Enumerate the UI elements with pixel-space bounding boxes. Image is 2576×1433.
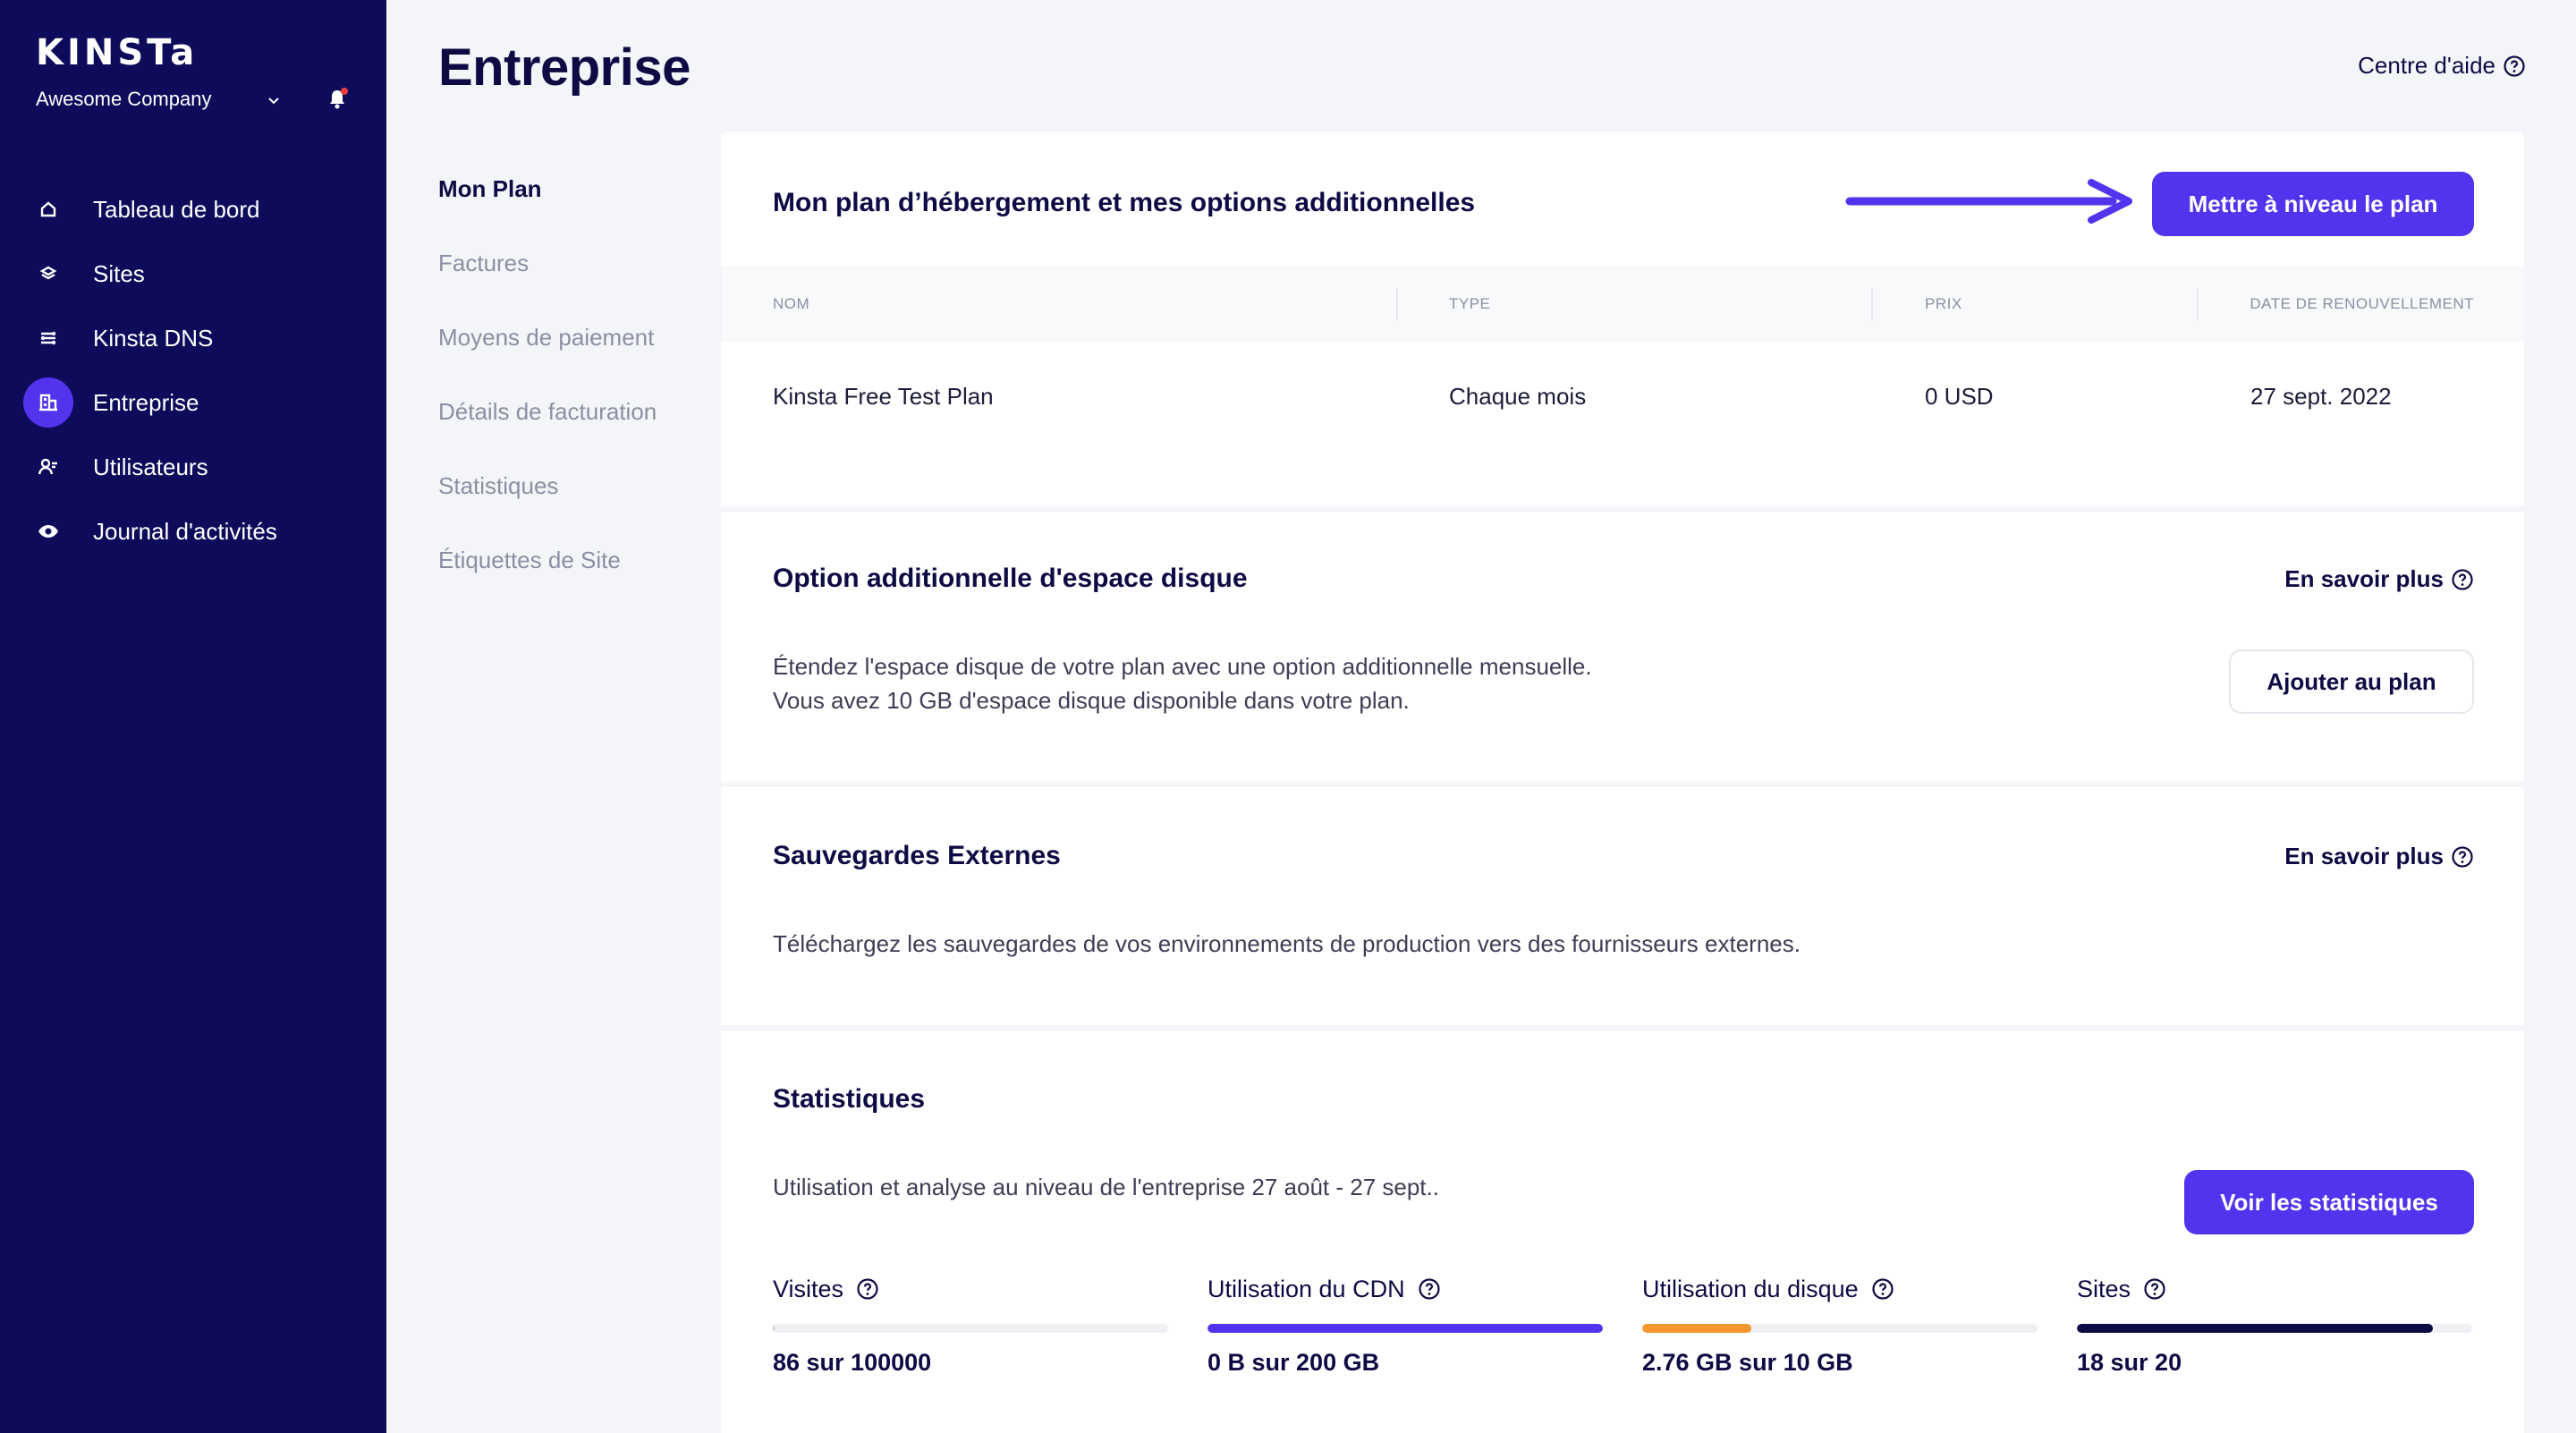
stat-label-row: Visites	[773, 1274, 1168, 1304]
column-header-type: TYPE	[1449, 295, 1491, 312]
sidebar-item-entreprise[interactable]: Entreprise	[0, 370, 386, 435]
stat-label: Visites	[773, 1275, 844, 1302]
section-divider	[721, 782, 2524, 787]
sidebar-item-label: Sites	[93, 259, 145, 287]
progress-track	[1642, 1324, 2038, 1333]
eye-icon	[23, 506, 73, 556]
sidebar-item-sites[interactable]: Sites	[0, 242, 386, 306]
sidebar-item-users[interactable]: Utilisateurs	[0, 435, 386, 499]
learn-more-label: En savoir plus	[2284, 565, 2444, 592]
main-panel: Mon plan d’hébergement et mes options ad…	[721, 132, 2524, 1433]
stat-label: Utilisation du CDN	[1208, 1275, 1405, 1302]
company-name: Awesome Company	[36, 88, 212, 110]
progress-fill	[2077, 1324, 2433, 1333]
users-icon	[23, 442, 73, 492]
stat-label: Utilisation du disque	[1642, 1275, 1859, 1302]
chevron-down-icon	[268, 98, 279, 105]
subnav-mon-plan[interactable]: Mon Plan	[438, 175, 657, 250]
subnav-factures[interactable]: Factures	[438, 250, 657, 324]
question-circle-icon[interactable]	[856, 1277, 879, 1301]
subnav-details-facturation[interactable]: Détails de facturation	[438, 398, 657, 472]
help-center-label: Centre d'aide	[2358, 52, 2496, 79]
plan-table-header: NOM TYPE PRIX DATE DE RENOUVELLEMENT	[721, 267, 2524, 342]
progress-track	[2077, 1324, 2472, 1333]
stat-label: Sites	[2077, 1275, 2131, 1302]
disk-learn-more-link[interactable]: En savoir plus	[2284, 565, 2474, 593]
disk-section-title: Option additionnelle d'espace disque	[773, 564, 1248, 593]
stats-section-title: Statistiques	[773, 1084, 926, 1114]
column-divider	[1396, 288, 1398, 320]
view-statistics-button[interactable]: Voir les statistiques	[2184, 1170, 2474, 1234]
backups-learn-more-link[interactable]: En savoir plus	[2284, 843, 2474, 870]
disk-description-line2: Vous avez 10 GB d'espace disque disponib…	[773, 687, 1410, 714]
progress-track	[1208, 1324, 1603, 1333]
sidebar: KINSTa Awesome Company Tableau de bord S…	[0, 0, 386, 1433]
stats-description: Utilisation et analyse au niveau de l'en…	[773, 1174, 1439, 1200]
dns-icon	[23, 313, 73, 363]
column-divider	[2197, 288, 2199, 320]
column-header-renewal: DATE DE RENOUVELLEMENT	[2250, 295, 2474, 312]
question-circle-icon	[2452, 845, 2473, 868]
question-circle-icon[interactable]	[1871, 1277, 1894, 1301]
column-header-name: NOM	[773, 295, 810, 312]
sidebar-item-label: Utilisateurs	[93, 453, 208, 480]
add-to-plan-button[interactable]: Ajouter au plan	[2229, 649, 2474, 714]
sidebar-item-activity-log[interactable]: Journal d'activités	[0, 499, 386, 564]
plan-name-cell: Kinsta Free Test Plan	[773, 383, 994, 410]
sidebar-item-dns[interactable]: Kinsta DNS	[0, 306, 386, 370]
stat-sites: Sites 18 sur 20	[2077, 1274, 2472, 1377]
stat-visits: Visites 86 sur 100000	[773, 1274, 1168, 1377]
plan-type-cell: Chaque mois	[1449, 383, 1587, 410]
sidebar-nav: Tableau de bord Sites Kinsta DNS Entrepr…	[0, 177, 386, 564]
stat-value: 86 sur 100000	[773, 1349, 932, 1376]
sidebar-item-label: Tableau de bord	[93, 195, 260, 223]
sidebar-item-dashboard[interactable]: Tableau de bord	[0, 177, 386, 242]
subnav-etiquettes-site[interactable]: Étiquettes de Site	[438, 547, 657, 621]
progress-fill	[773, 1324, 775, 1333]
sidebar-item-label: Entreprise	[93, 388, 199, 416]
stat-label-row: Utilisation du disque	[1642, 1274, 2038, 1304]
sidebar-item-label: Kinsta DNS	[93, 324, 214, 352]
backups-description: Téléchargez les sauvegardes de vos envir…	[773, 930, 1801, 957]
home-icon	[23, 184, 73, 234]
question-circle-icon	[2452, 568, 2473, 590]
stat-label-row: Utilisation du CDN	[1208, 1274, 1603, 1304]
learn-more-label: En savoir plus	[2284, 843, 2444, 869]
subnav-statistiques[interactable]: Statistiques	[438, 472, 657, 547]
plan-section-title: Mon plan d’hébergement et mes options ad…	[773, 188, 1476, 217]
stat-value: 0 B sur 200 GB	[1208, 1349, 1380, 1376]
plan-price-cell: 0 USD	[1925, 383, 1994, 410]
stat-disk: Utilisation du disque 2.76 GB sur 10 GB	[1642, 1274, 2038, 1377]
question-circle-icon[interactable]	[2143, 1277, 2166, 1301]
question-circle-icon[interactable]	[1418, 1277, 1441, 1301]
column-divider	[1871, 288, 1873, 320]
progress-fill	[1642, 1324, 1751, 1333]
stat-label-row: Sites	[2077, 1274, 2472, 1304]
company-switcher[interactable]: Awesome Company	[36, 88, 279, 111]
section-divider	[721, 506, 2524, 512]
stat-value: 2.76 GB sur 10 GB	[1642, 1349, 1853, 1376]
arrow-right-icon	[1845, 179, 2132, 224]
progress-fill	[1208, 1324, 1603, 1333]
question-circle-icon	[2504, 55, 2525, 77]
backups-section-title: Sauvegardes Externes	[773, 841, 1061, 870]
column-header-price: PRIX	[1925, 295, 1962, 312]
disk-description-line1: Étendez l'espace disque de votre plan av…	[773, 653, 1592, 680]
subnav: Mon Plan Factures Moyens de paiement Dét…	[438, 175, 657, 621]
upgrade-plan-button[interactable]: Mettre à niveau le plan	[2152, 172, 2474, 236]
layers-icon	[23, 249, 73, 299]
kinsta-logo[interactable]: KINSTa	[36, 32, 198, 73]
sidebar-item-label: Journal d'activités	[93, 517, 277, 545]
stat-cdn: Utilisation du CDN 0 B sur 200 GB	[1208, 1274, 1603, 1377]
plan-renewal-cell: 27 sept. 2022	[2250, 383, 2392, 410]
help-center-link[interactable]: Centre d'aide	[2358, 52, 2526, 80]
page-title: Entreprise	[438, 38, 691, 97]
subnav-moyens-paiement[interactable]: Moyens de paiement	[438, 324, 657, 398]
bell-icon[interactable]	[324, 86, 351, 113]
progress-track	[773, 1324, 1168, 1333]
stat-value: 18 sur 20	[2077, 1349, 2182, 1376]
section-divider	[721, 1025, 2524, 1030]
building-icon	[23, 377, 73, 428]
